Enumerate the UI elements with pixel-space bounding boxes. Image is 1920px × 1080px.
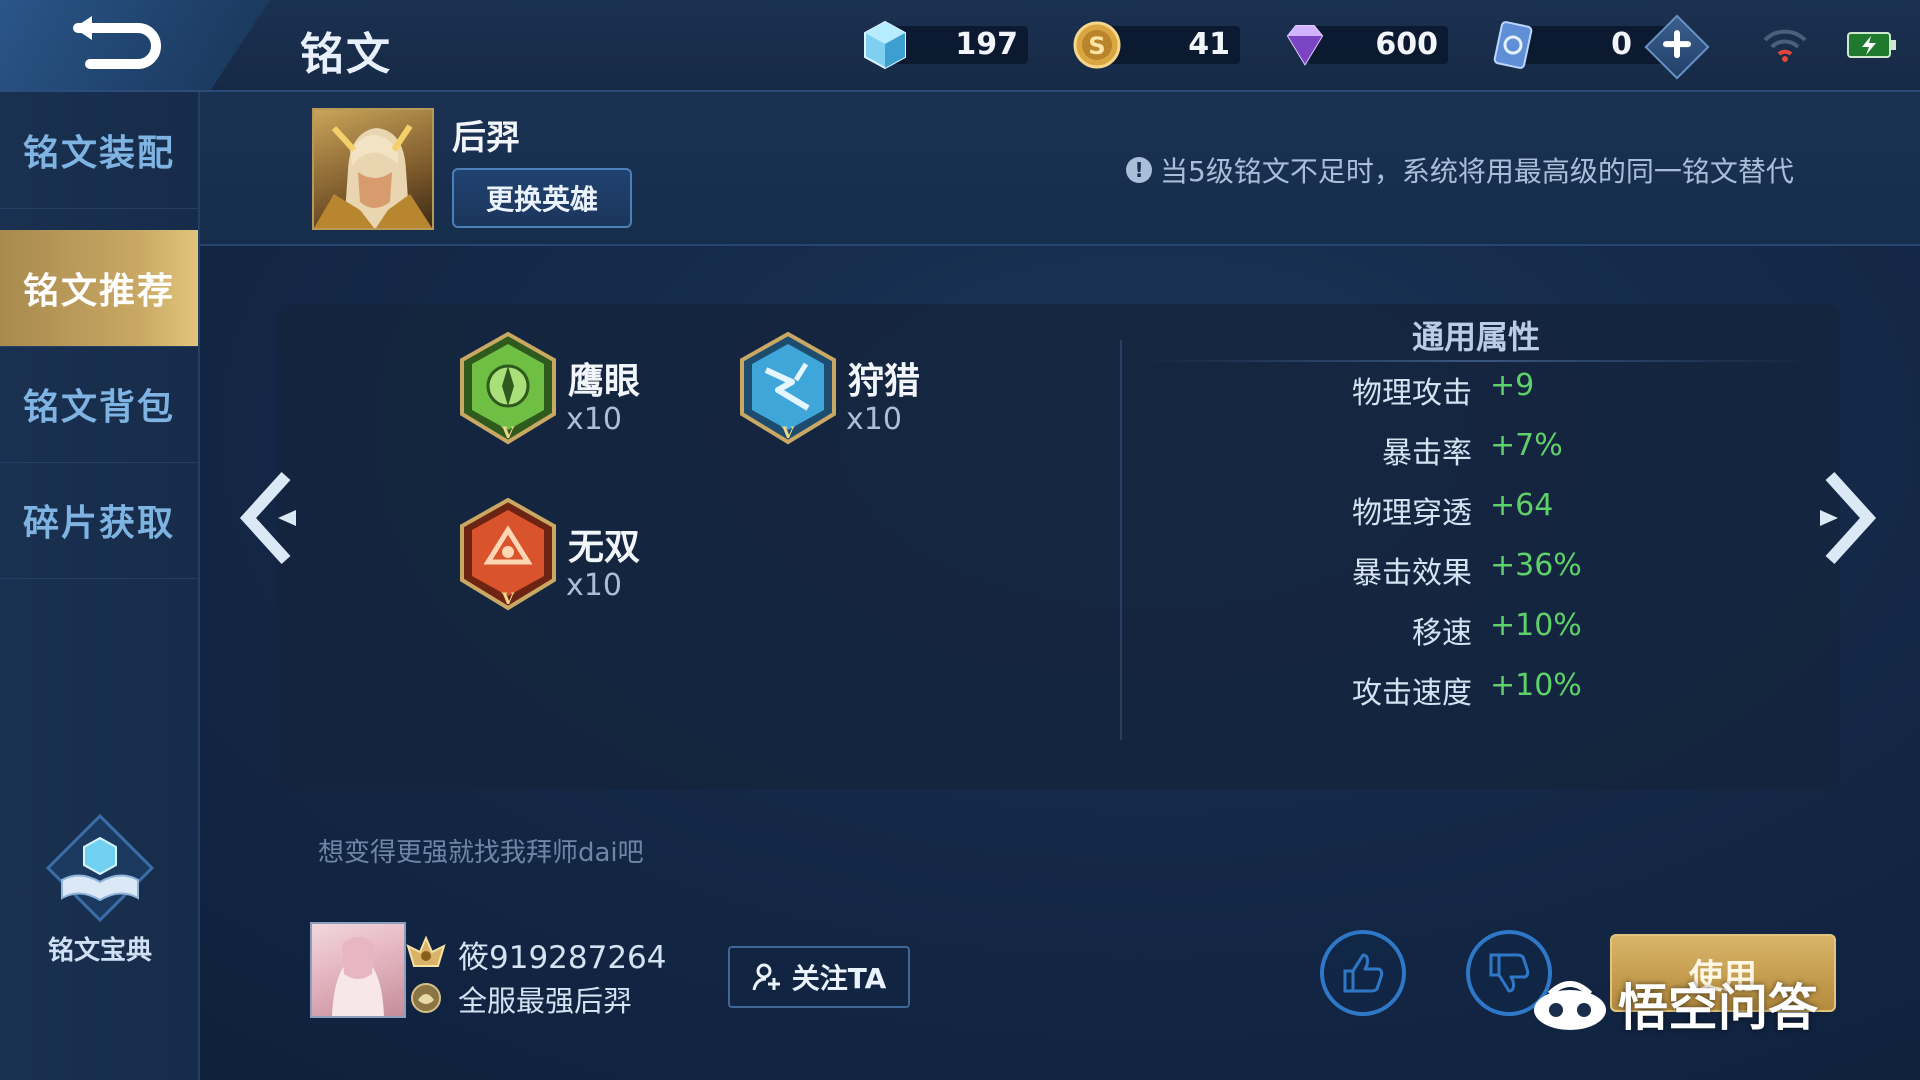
panel-divider (1120, 340, 1122, 740)
sidebar-item-label: 碎片获取 (22, 503, 175, 544)
currency-value: 0 (1611, 27, 1632, 62)
back-button[interactable] (60, 14, 170, 74)
sidebar-item-fragments[interactable]: 碎片获取 (0, 462, 198, 579)
hunt-rune-icon: V (740, 331, 836, 445)
previous-page-button[interactable] (238, 470, 304, 566)
rune-name: 无双 (568, 527, 641, 568)
rune-item[interactable]: V 无双 x10 (456, 496, 796, 626)
currency-crystal: 197 (858, 18, 1028, 72)
rune-name: 狩猎 (848, 361, 921, 402)
attributes-title: 通用属性 (1412, 318, 1541, 356)
svg-text:S: S (1088, 32, 1105, 60)
follow-label: 关注TA (791, 962, 887, 995)
attributes-divider (1142, 360, 1812, 362)
eagle-eye-rune-icon: V (460, 331, 556, 445)
add-user-icon (752, 963, 780, 991)
attribute-row: 物理攻击 +9 (1142, 368, 1842, 416)
notice-text: 当5级铭文不足时，系统将用最高级的同一铭文替代 (1160, 155, 1794, 188)
sidebar-item-label: 铭文推荐 (22, 271, 175, 312)
attribute-name: 物理穿透 (1352, 496, 1472, 531)
diamond-icon (1286, 25, 1324, 66)
svg-text:V: V (501, 423, 515, 442)
author-motto: 想变得更强就找我拜师dai吧 (318, 838, 644, 868)
codex-book-icon (45, 813, 155, 923)
currency-voucher: 0 (1486, 14, 1716, 80)
hero-name: 后羿 (452, 118, 520, 158)
watermark: 悟空问答 (1530, 966, 1818, 1042)
attribute-row: 移速 +10% (1142, 608, 1842, 656)
sidebar-item-rune-recommend[interactable]: 铭文推荐 (0, 230, 198, 347)
chevron-left-icon (239, 471, 296, 565)
codex-label: 铭文宝典 (47, 936, 152, 966)
attribute-row: 暴击效果 +36% (1142, 548, 1842, 596)
change-hero-button[interactable]: 更换英雄 (452, 168, 632, 228)
attribute-row: 暴击率 +7% (1142, 428, 1842, 476)
author-name: 筱919287264 (458, 940, 667, 976)
rank-badge-icon (406, 935, 446, 967)
next-page-button[interactable] (1812, 470, 1878, 566)
title-badge-icon (411, 983, 441, 1013)
attribute-value: +64 (1490, 488, 1554, 523)
author-title: 全服最强后羿 (458, 984, 633, 1018)
attribute-value: +7% (1490, 428, 1563, 463)
crystal-icon (864, 20, 906, 70)
sidebar-item-rune-bag[interactable]: 铭文背包 (0, 346, 198, 463)
attribute-name: 移速 (1412, 616, 1472, 651)
rune-name: 鹰眼 (568, 361, 641, 402)
attribute-value: +9 (1490, 368, 1535, 403)
currency-value: 600 (1375, 27, 1438, 62)
back-arrow-icon (73, 16, 161, 69)
watermark-text: 悟空问答 (1618, 979, 1818, 1037)
replacement-notice: ! 当5级铭文不足时，系统将用最高级的同一铭文替代 (1126, 150, 1794, 190)
currency-value: 197 (955, 27, 1018, 62)
page-title: 铭文 (300, 29, 392, 80)
attribute-name: 攻击速度 (1352, 676, 1472, 711)
attribute-name: 暴击率 (1382, 436, 1472, 471)
svg-text:V: V (781, 423, 795, 442)
peerless-rune-icon: V (460, 497, 556, 611)
thumbs-up-icon (1343, 953, 1384, 993)
rune-item[interactable]: V 狩猎 x10 (736, 330, 1076, 460)
like-button[interactable] (1320, 930, 1406, 1016)
coin-icon: S (1073, 21, 1121, 69)
rune-codex-button[interactable]: 铭文宝典 (30, 810, 170, 970)
plus-icon (1663, 30, 1691, 59)
attribute-value: +36% (1490, 548, 1582, 583)
voucher-icon (1493, 21, 1533, 69)
attribute-name: 暴击效果 (1352, 556, 1472, 591)
currency-value: 41 (1188, 27, 1230, 62)
attribute-value: +10% (1490, 608, 1582, 643)
attribute-row: 攻击速度 +10% (1142, 668, 1842, 716)
svg-text:V: V (501, 589, 515, 608)
top-bar: 铭文 197 41 S 600 0 (0, 0, 1920, 92)
hero-portrait-art (314, 124, 432, 228)
chevron-right-icon (1820, 471, 1877, 565)
attribute-row: 物理穿透 +64 (1142, 488, 1842, 536)
sidebar-item-label: 铭文背包 (22, 387, 175, 428)
info-icon: ! (1126, 157, 1152, 183)
rune-count: x10 (566, 568, 622, 603)
avatar-art (332, 937, 384, 1016)
wukong-logo-icon (1534, 981, 1606, 1030)
add-currency-button[interactable] (1644, 14, 1710, 80)
sidebar-item-label: 铭文装配 (22, 133, 175, 174)
sidebar-item-rune-setup[interactable]: 铭文装配 (0, 92, 198, 209)
author-avatar[interactable] (310, 922, 406, 1018)
attribute-value: +10% (1490, 668, 1582, 703)
battery-icon (1847, 32, 1896, 58)
rune-count: x10 (566, 402, 622, 437)
currency-coin: 41 S (1070, 18, 1240, 72)
wifi-icon (1763, 29, 1807, 62)
rune-count: x10 (846, 402, 902, 437)
hero-portrait (312, 108, 434, 230)
follow-button[interactable]: 关注TA (728, 946, 910, 1008)
thumbs-down-icon (1489, 953, 1530, 993)
currency-diamond: 600 (1278, 18, 1448, 72)
attribute-name: 物理攻击 (1352, 376, 1472, 411)
